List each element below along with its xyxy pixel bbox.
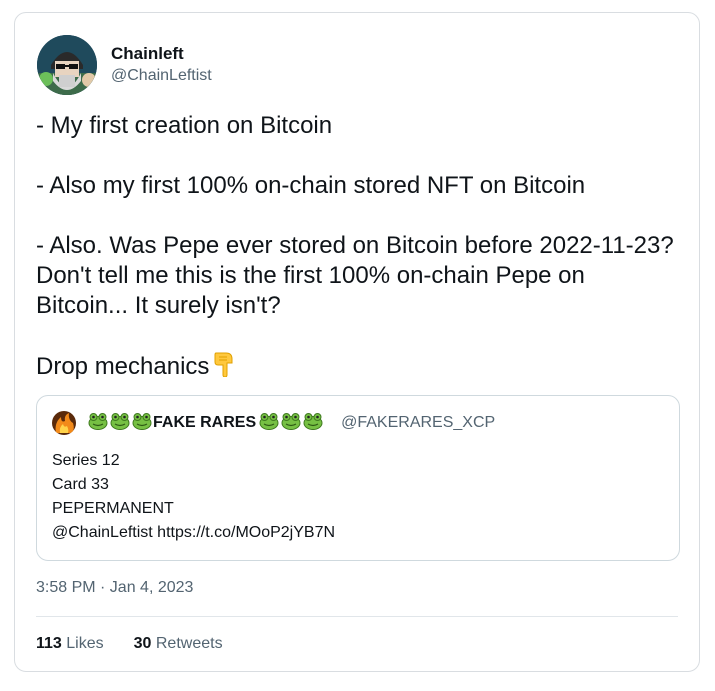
tweet-timestamp[interactable]: 3:58 PM · Jan 4, 2023 [36, 579, 193, 597]
tweet-card: Chainleft @ChainLeftist - My first creat… [14, 12, 700, 672]
frog-face-icon [132, 412, 152, 435]
retweets-label: Retweets [155, 635, 223, 652]
quoted-display-name-wrap: FAKE RARES [86, 412, 323, 435]
quoted-tweet-header: FAKE RARES @FAKERARES_XCP [52, 410, 495, 436]
quoted-line-1: Series 12 [52, 452, 120, 469]
tweet-line-4: Drop mechanics [36, 353, 210, 380]
likes-stat[interactable]: 113 Likes [36, 635, 104, 653]
frog-face-icon [88, 412, 108, 435]
author-handle[interactable]: @ChainLeftist [111, 65, 212, 87]
frog-face-icon [110, 412, 130, 435]
quoted-line-4: @ChainLeftist https://t.co/MOoP2jYB7N [52, 524, 336, 541]
tweet-stats: 113 Likes 30 Retweets [36, 635, 253, 653]
tweet-text: - My first creation on Bitcoin - Also my… [36, 111, 676, 385]
retweets-stat[interactable]: 30 Retweets [134, 635, 223, 653]
frog-face-icon [281, 412, 301, 435]
author-names: Chainleft @ChainLeftist [111, 43, 212, 87]
tweet-header: Chainleft @ChainLeftist [37, 35, 212, 95]
quoted-line-2: Card 33 [52, 476, 109, 493]
likes-label: Likes [66, 635, 104, 652]
likes-count: 113 [36, 635, 62, 652]
tweet-line-3: - Also. Was Pepe ever stored on Bitcoin … [36, 232, 674, 319]
fire-avatar-icon [52, 411, 76, 435]
retweets-count: 30 [133, 635, 152, 652]
tweet-line-4-wrap: Drop mechanics [36, 351, 676, 385]
frog-face-icon [303, 412, 323, 435]
divider [36, 616, 678, 617]
quoted-display-name[interactable]: FAKE RARES [153, 414, 256, 432]
quoted-tweet[interactable]: FAKE RARES @FAKERARES_XCP Series 12 Card… [36, 395, 680, 561]
quoted-tweet-text: Series 12 Card 33 PEPERMANENT @ChainLeft… [52, 449, 335, 545]
backhand-index-pointing-down-icon [213, 351, 235, 385]
bearded-character-avatar-icon [37, 35, 97, 95]
quoted-handle[interactable]: @FAKERARES_XCP [341, 414, 495, 432]
author-avatar[interactable] [37, 35, 97, 95]
tweet-line-2: - Also my first 100% on-chain stored NFT… [36, 172, 586, 199]
author-display-name[interactable]: Chainleft [111, 43, 212, 65]
quoted-author-avatar[interactable] [52, 411, 76, 435]
tweet-line-1: - My first creation on Bitcoin [36, 112, 333, 139]
frog-face-icon [259, 412, 279, 435]
quoted-line-3: PEPERMANENT [52, 500, 174, 517]
